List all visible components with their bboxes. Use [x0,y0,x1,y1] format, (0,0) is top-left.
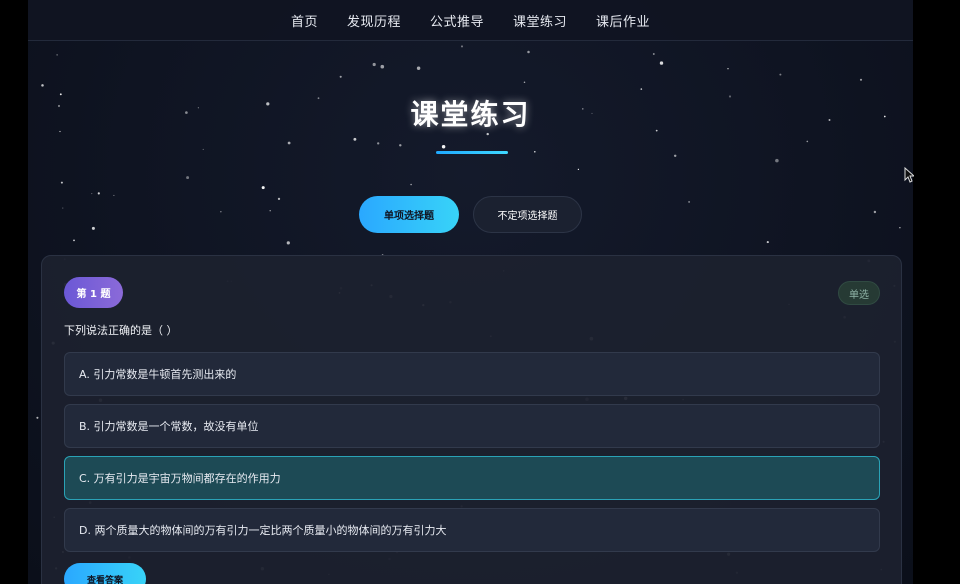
star-dot [56,54,58,56]
star-dot [416,66,421,70]
star-dot [523,81,526,84]
star-dot [460,45,464,48]
star-dot [202,148,204,150]
question-text: 下列说法正确的是（ ） [64,324,178,337]
star-dot [766,241,769,244]
star-dot [859,78,863,81]
option-b[interactable]: B. 引力常数是一个常数，故没有单位 [64,404,880,448]
question-card: 第 1 题 单选 下列说法正确的是（ ） A. 引力常数是牛顿首先测出来的 B.… [41,255,902,584]
mouse-cursor-icon [904,167,914,183]
page-title: 课堂练习 [410,98,531,131]
star-dot [410,183,412,186]
show-answer-button[interactable]: 查看答案 [64,563,146,584]
star-dot [441,144,446,149]
star-dot [534,150,536,153]
star-dot [261,186,265,190]
star-dot [377,142,380,145]
question-type-badge: 单选 [838,281,880,305]
star-dot [527,50,530,54]
star-dot [339,75,342,78]
star-dot [727,68,729,70]
tab-multiple-choice[interactable]: 不定项选择题 [473,196,582,233]
star-dot [41,84,44,87]
star-dot [91,193,93,195]
star-dot [577,168,580,171]
nav-item-practice[interactable]: 课堂练习 [513,11,567,30]
star-dot [36,416,39,419]
star-dot [186,176,190,180]
option-c[interactable]: C. 万有引力是宇宙万物间都存在的作用力 [64,456,880,500]
star-dot [673,154,677,158]
top-nav: 首页 发现历程 公式推导 课堂练习 课后作业 [28,0,913,41]
option-a[interactable]: A. 引力常数是牛顿首先测出来的 [64,352,880,396]
star-dot [372,62,376,67]
option-d[interactable]: D. 两个质量大的物体间的万有引力一定比两个质量小的物体间的万有引力大 [64,508,880,552]
star-dot [806,140,809,143]
tab-single-choice[interactable]: 单项选择题 [359,196,459,233]
star-dot [353,137,357,141]
star-dot [97,192,100,195]
star-dot [380,64,385,69]
nav-item-discovery[interactable]: 发现历程 [347,11,401,30]
star-dot [287,141,291,145]
nav-item-home[interactable]: 首页 [291,11,318,30]
star-dot [486,132,489,136]
star-dot [640,88,643,90]
star-dot [779,73,782,76]
nav-item-homework[interactable]: 课后作业 [596,11,650,30]
app-page: 首页 发现历程 公式推导 课堂练习 课后作业 课堂练习 单项选择题 不定项选择题… [28,0,913,584]
star-dot [652,53,655,55]
star-dot [775,158,779,163]
star-dot [60,181,63,184]
star-dot [659,61,664,65]
question-type-tabs: 单项选择题 不定项选择题 [28,196,913,233]
star-dot [73,239,75,242]
star-dot [286,241,290,245]
title-underline [436,151,508,154]
question-number-badge: 第 1 题 [64,277,123,308]
star-dot [399,144,402,147]
nav-item-formula[interactable]: 公式推导 [430,11,484,30]
